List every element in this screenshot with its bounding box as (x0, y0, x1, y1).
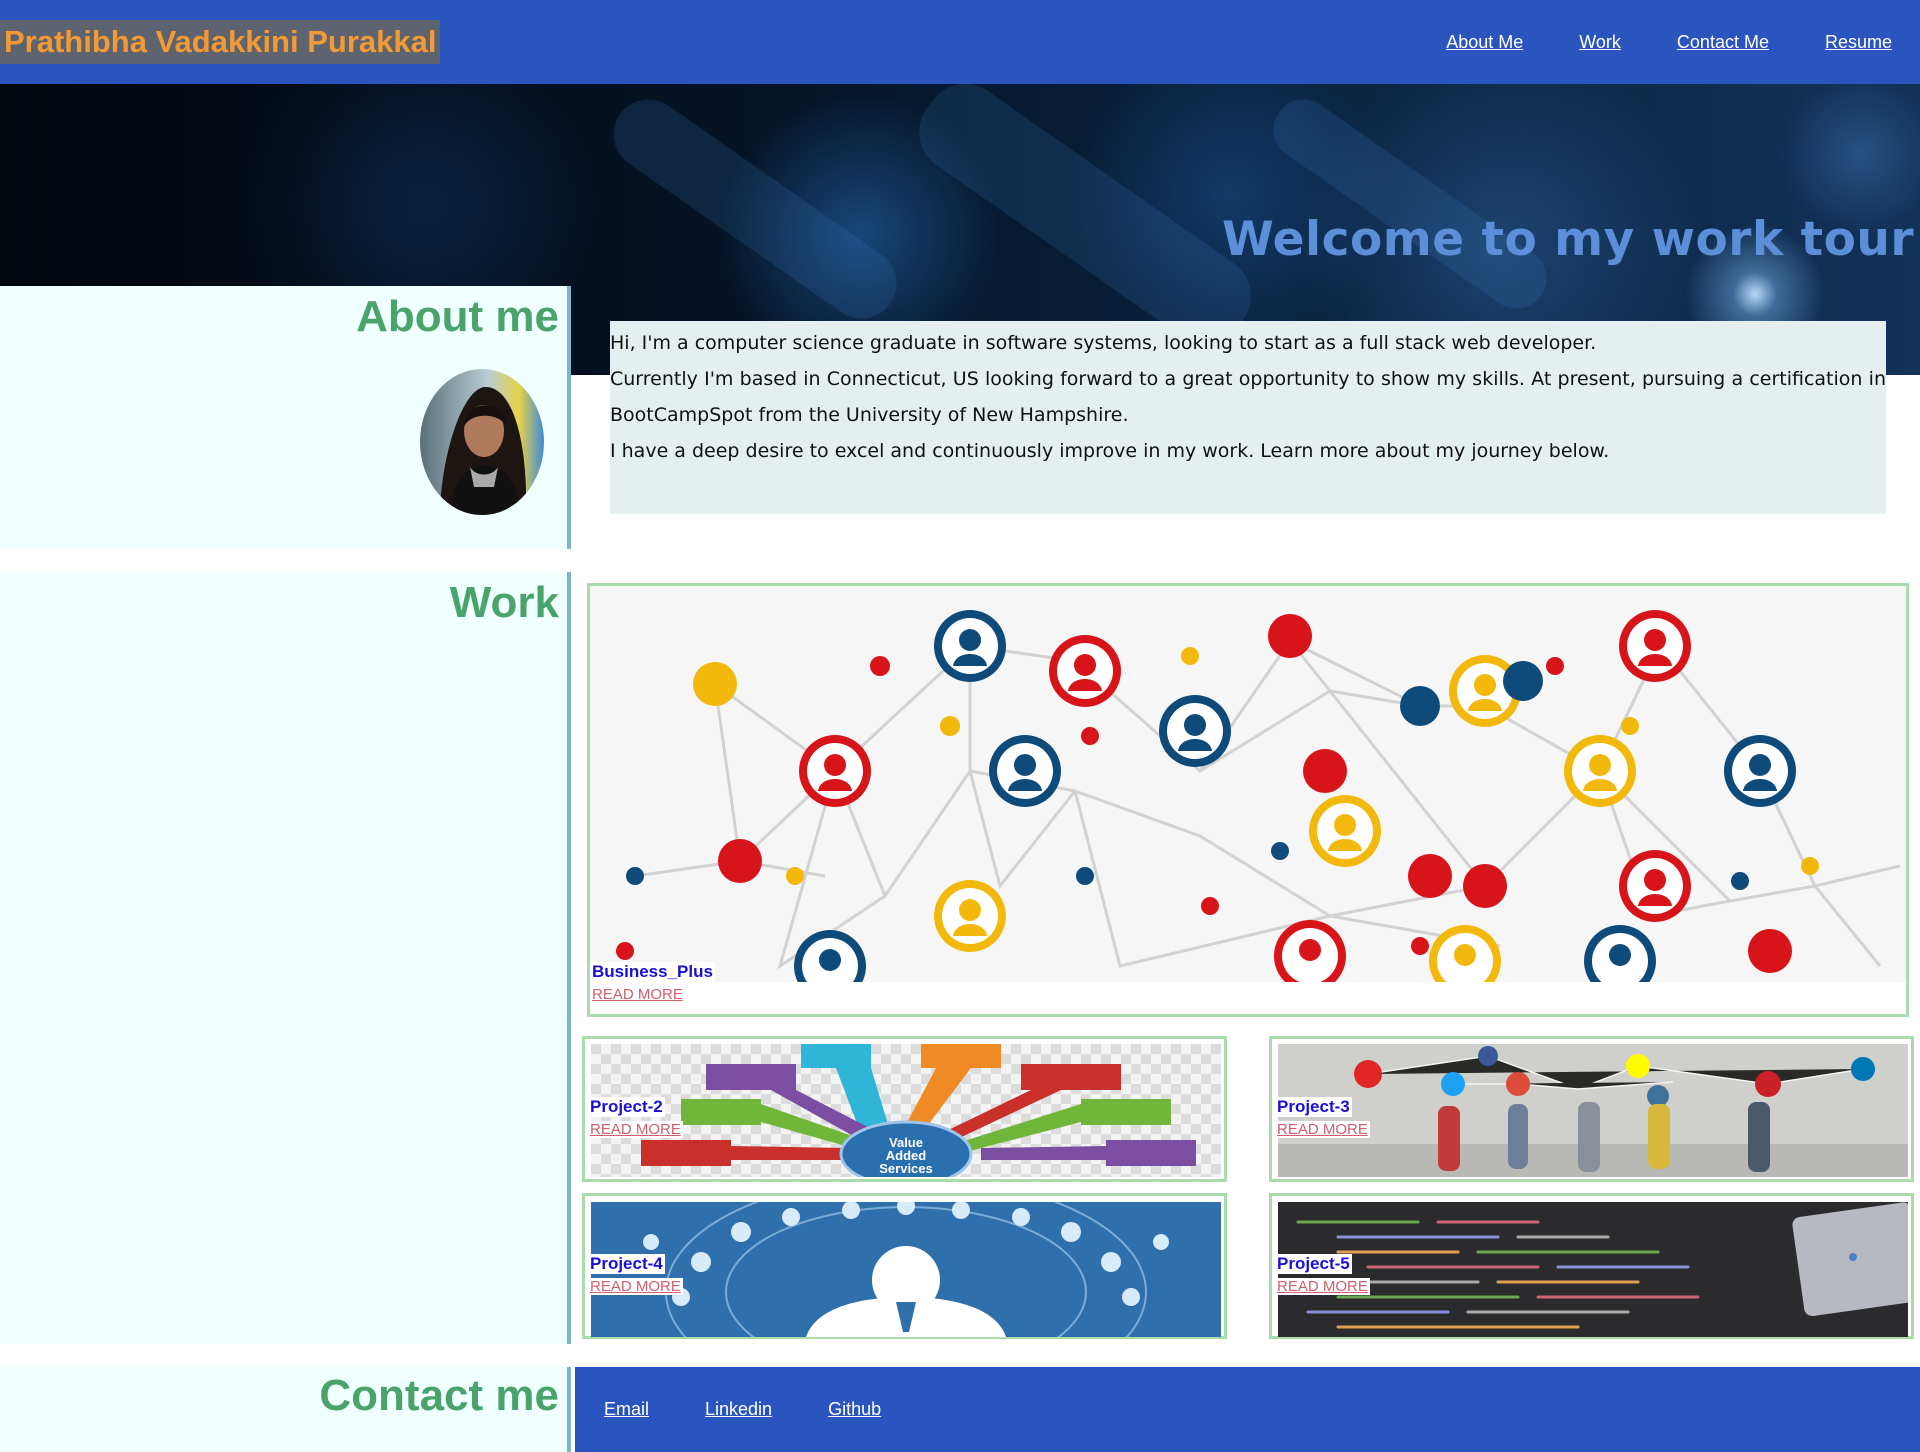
main-nav: About Me Work Contact Me Resume (1446, 0, 1892, 84)
project-image-value-added-services: Value Added Services (591, 1044, 1221, 1177)
project-image-network (590, 586, 1906, 982)
about-text-box: Hi, I'm a computer science graduate in s… (610, 321, 1886, 514)
contact-links-bar: Email Linkedin Github (575, 1367, 1920, 1452)
github-link[interactable]: Github (828, 1399, 881, 1420)
work-heading: Work (449, 578, 559, 627)
about-paragraph: I have a deep desire to excel and contin… (610, 440, 1610, 462)
nav-work-link[interactable]: Work (1579, 32, 1621, 53)
email-link[interactable]: Email (604, 1399, 649, 1420)
project-title: Project-3 (1275, 1097, 1352, 1117)
contact-links: Email Linkedin Github (604, 1399, 881, 1420)
hero-title: Welcome to my work tour (1221, 212, 1914, 267)
about-heading: About me (356, 292, 559, 341)
project-title: Project-2 (588, 1097, 665, 1117)
contact-section-sidebar: Contact me (0, 1367, 571, 1452)
project-card-3[interactable]: Project-3 READ MORE (1269, 1036, 1914, 1182)
project-image-user-network (591, 1202, 1221, 1337)
about-paragraph: Currently I'm based in Connecticut, US l… (610, 368, 1886, 426)
project-card-business-plus[interactable]: Business_Plus READ MORE (587, 583, 1909, 1017)
about-paragraph: Hi, I'm a computer science graduate in s… (610, 332, 1597, 354)
nav-contact-me-link[interactable]: Contact Me (1677, 32, 1769, 53)
project-title: Business_Plus (590, 962, 715, 982)
nav-about-me-link[interactable]: About Me (1446, 32, 1523, 53)
work-section-sidebar: Work (0, 572, 571, 1344)
top-navbar: Prathibha Vadakkini Purakkal About Me Wo… (0, 0, 1920, 84)
linkedin-link[interactable]: Linkedin (705, 1399, 772, 1420)
project-title: Project-4 (588, 1254, 665, 1274)
read-more-link[interactable]: READ MORE (590, 986, 685, 1003)
read-more-link[interactable]: READ MORE (1275, 1278, 1370, 1295)
project-title: Project-5 (1275, 1254, 1352, 1274)
profile-avatar (420, 369, 544, 515)
site-brand-name[interactable]: Prathibha Vadakkini Purakkal (0, 20, 441, 64)
project-card-5[interactable]: Project-5 READ MORE (1269, 1193, 1914, 1339)
project-image-code-screen (1278, 1202, 1908, 1337)
project-card-2[interactable]: Value Added Services Project-2 READ MORE (582, 1036, 1227, 1182)
project-image-social-media (1278, 1044, 1908, 1177)
hero-light-streak (903, 84, 1267, 360)
read-more-link[interactable]: READ MORE (1275, 1121, 1370, 1138)
contact-heading: Contact me (319, 1371, 559, 1420)
project-card-4[interactable]: Project-4 READ MORE (582, 1193, 1227, 1339)
about-section-sidebar: About me (0, 286, 571, 549)
services-label: Services (879, 1161, 933, 1176)
read-more-link[interactable]: READ MORE (588, 1121, 683, 1138)
hero-light-streak (599, 85, 911, 333)
hero-light-streak (1261, 87, 1559, 321)
nav-resume-link[interactable]: Resume (1825, 32, 1892, 53)
read-more-link[interactable]: READ MORE (588, 1278, 683, 1295)
